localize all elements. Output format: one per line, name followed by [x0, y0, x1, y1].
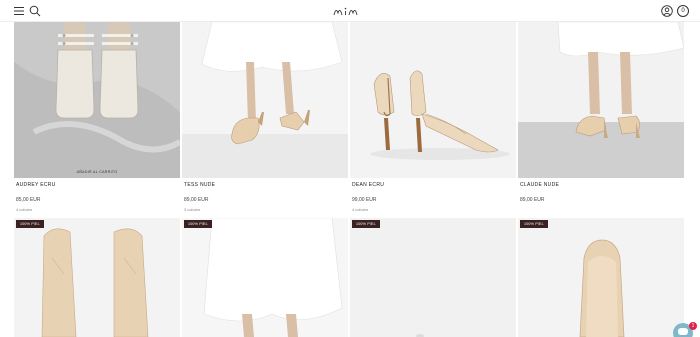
product-name[interactable]: TESS NUDE: [184, 182, 215, 188]
product-name[interactable]: AUDREY ECRU: [16, 182, 56, 188]
product-card[interactable]: 100% PIEL: [518, 218, 684, 337]
chat-notification-badge: 1: [689, 322, 697, 330]
chat-icon: [678, 328, 688, 335]
search-icon[interactable]: [29, 5, 41, 17]
product-image[interactable]: [182, 22, 348, 178]
material-badge: 100% PIEL: [352, 220, 380, 228]
material-badge: 100% PIEL: [520, 220, 548, 228]
user-icon[interactable]: [661, 5, 673, 17]
product-card[interactable]: AÑADIR AL CARRITO AUDREY ECRU 85,00 EUR …: [14, 22, 180, 217]
add-to-cart-button[interactable]: AÑADIR AL CARRITO: [14, 170, 180, 174]
product-price: 99,00 EUR: [352, 197, 377, 203]
material-badge: 100% PIEL: [184, 220, 212, 228]
product-card[interactable]: CLAUDE NUDE 89,00 EUR: [518, 22, 684, 217]
brand-logo[interactable]: [333, 5, 367, 17]
product-card[interactable]: 100% PIEL: [182, 218, 348, 337]
product-card[interactable]: DEAN ECRU 99,00 EUR 4 colores: [350, 22, 516, 217]
product-colors: 4 colores: [352, 207, 369, 212]
product-price: 89,00 EUR: [520, 197, 545, 203]
cart-count-badge[interactable]: 0: [677, 5, 689, 17]
site-header: 0: [0, 0, 700, 22]
product-image[interactable]: [350, 22, 516, 178]
product-colors: 4 colores: [16, 207, 33, 212]
product-price: 89,00 EUR: [184, 197, 209, 203]
product-name[interactable]: CLAUDE NUDE: [520, 182, 559, 188]
product-card[interactable]: 100% PIEL: [350, 218, 516, 337]
product-image[interactable]: [518, 22, 684, 178]
product-image[interactable]: AÑADIR AL CARRITO: [14, 22, 180, 178]
product-name[interactable]: DEAN ECRU: [352, 182, 384, 188]
material-badge: 100% PIEL: [16, 220, 44, 228]
product-card[interactable]: TESS NUDE 89,00 EUR 3 colores: [182, 22, 348, 217]
product-card[interactable]: 100% PIEL: [14, 218, 180, 337]
product-price: 85,00 EUR: [16, 197, 41, 203]
product-colors: 3 colores: [184, 207, 201, 212]
menu-icon[interactable]: [13, 5, 25, 17]
